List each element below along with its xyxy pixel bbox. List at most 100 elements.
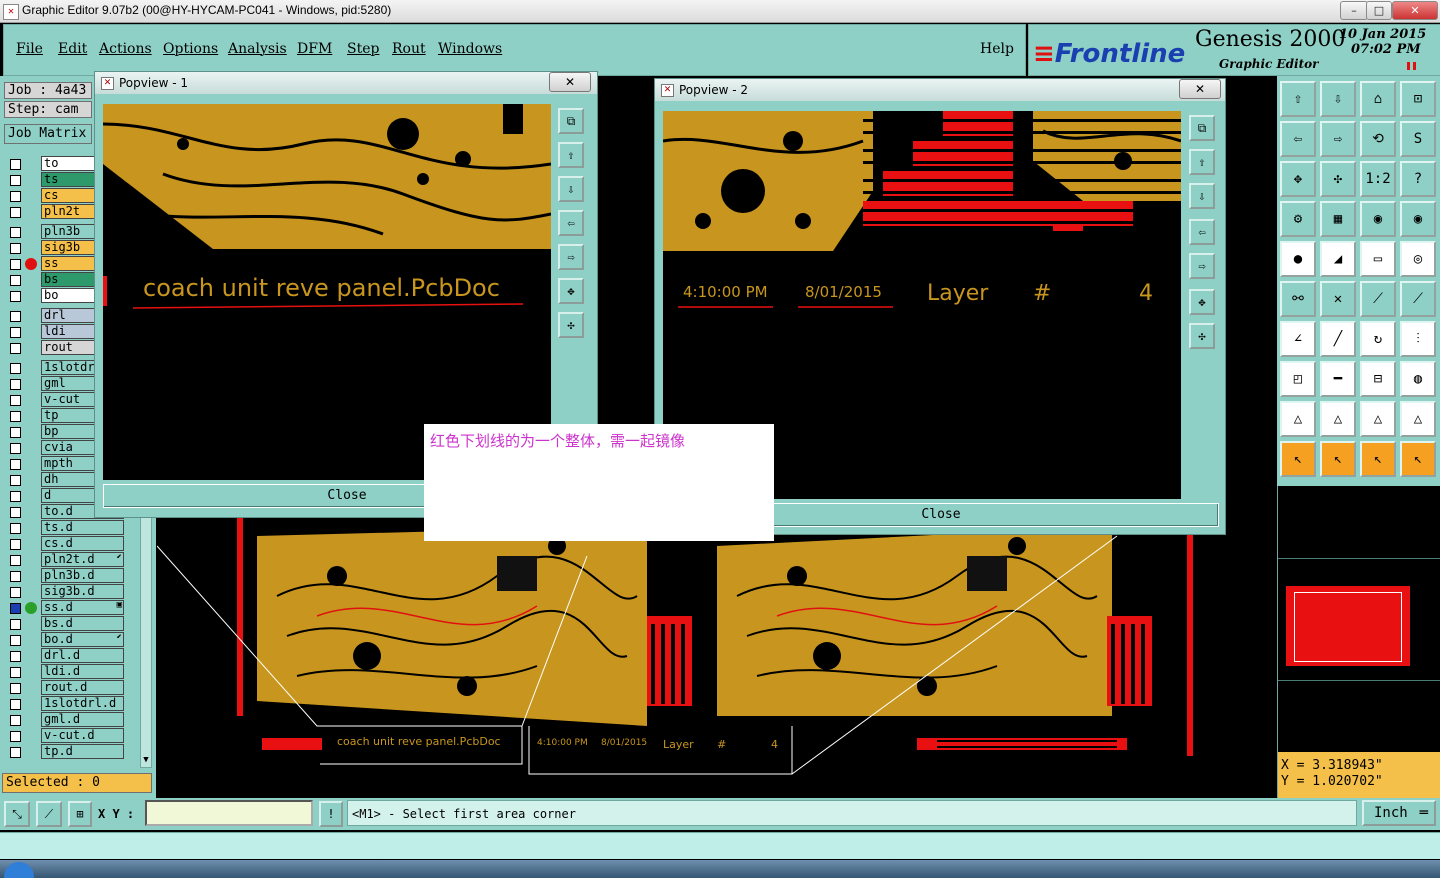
menu-options[interactable]: Options [163,41,218,57]
triangle-3-icon[interactable]: △ [1360,401,1396,437]
window-icon[interactable]: ⊡ [1400,81,1436,117]
layer-checkbox[interactable] [10,507,21,518]
layer-name[interactable]: pln3b.d [41,568,124,583]
triangle-2-icon[interactable]: △ [1320,401,1356,437]
layer-row[interactable]: v-cut.d [6,728,124,744]
layer-red-icon[interactable]: ◉ [1360,201,1396,237]
link-icon[interactable]: ⚯ [1280,281,1316,317]
layer-checkbox[interactable] [10,311,21,322]
angle-icon[interactable]: ∠ [1280,321,1316,357]
line-icon[interactable]: ⟋ [1360,281,1396,317]
layer-name[interactable]: gml.d [41,712,124,727]
pv2-pan-left-icon[interactable]: ⇦ [1189,219,1215,245]
xy-input[interactable] [145,800,313,826]
alert-icon[interactable]: ! [319,801,343,827]
layer-row[interactable]: bo.d ⬋ [6,632,124,648]
layer-checkbox[interactable] [10,523,21,534]
layer-name[interactable]: bo.d [41,632,124,647]
layer-checkbox[interactable] [10,667,21,678]
pointer-box-icon[interactable]: ↖ [1320,441,1356,477]
layer-checkbox[interactable] [10,459,21,470]
layer-checkbox[interactable] [10,683,21,694]
shapes-icon[interactable]: ◍ [1400,361,1436,397]
pv2-zoom-home-icon[interactable]: ⧉ [1189,115,1215,141]
pointer-path-icon[interactable]: ↖ [1400,441,1436,477]
layer-row[interactable]: tp.d [6,744,124,760]
box-icon[interactable]: ⊟ [1360,361,1396,397]
scale-icon[interactable]: 1:2 [1360,161,1396,197]
layer-name[interactable]: rout.d [41,680,124,695]
grid-toggle-icon[interactable]: ▦ [1320,201,1356,237]
menu-file[interactable]: File [16,41,43,57]
layer-checkbox[interactable] [10,635,21,646]
layer-checkbox[interactable] [10,175,21,186]
layer-name[interactable]: ss.d [41,600,124,615]
pv2-zoom-in-icon[interactable]: ✥ [1189,289,1215,315]
layer-checkbox[interactable] [10,491,21,502]
layer-checkbox[interactable] [10,191,21,202]
rotate-icon[interactable]: ⟲ [1360,121,1396,157]
line-red-icon[interactable]: ⟋ [1400,281,1436,317]
layer-row[interactable]: pln3b.d [6,568,124,584]
layer-checkbox[interactable] [10,343,21,354]
layer-checkbox[interactable] [10,619,21,630]
layer-checkbox[interactable] [10,243,21,254]
menu-analysis[interactable]: Analysis [228,41,287,57]
triangle-icon[interactable]: △ [1280,401,1316,437]
measure-icon[interactable]: ⟋ [36,801,62,827]
layer-row[interactable]: pln2t.d ⬋ [6,552,124,568]
menu-windows[interactable]: Windows [438,41,502,57]
layer-row[interactable]: gml.d [6,712,124,728]
layer-name[interactable]: 1slotdrl.d [41,696,124,711]
layer-checkbox[interactable] [10,571,21,582]
pan-right-icon[interactable]: ⇨ [1320,121,1356,157]
pv1-pan-down-icon[interactable]: ⇩ [558,176,584,202]
layer-checkbox[interactable] [10,395,21,406]
layer-row[interactable]: drl.d [6,648,124,664]
move-icon[interactable]: ◰ [1280,361,1316,397]
home-icon[interactable]: ⌂ [1360,81,1396,117]
config-icon[interactable]: ⚙ [1280,201,1316,237]
pv1-zoom-out-icon[interactable]: ✣ [558,312,584,338]
triangle-4-icon[interactable]: △ [1400,401,1436,437]
pointer-circle-icon[interactable]: ↖ [1360,441,1396,477]
diagonal-icon[interactable]: ╱ [1320,321,1356,357]
menu-actions[interactable]: Actions [99,41,152,57]
close-window-button[interactable]: ✕ [1392,1,1438,20]
layer-checkbox[interactable] [10,363,21,374]
layer-checkbox[interactable] [10,651,21,662]
zoom-window-icon[interactable]: ⤡ [4,801,30,827]
zoom-center-icon[interactable]: ✣ [1320,161,1356,197]
select-area-icon[interactable]: ◢ [1320,241,1356,277]
layer-checkbox[interactable] [10,539,21,550]
layer-name[interactable]: ldi.d [41,664,124,679]
layer-row[interactable]: rout.d [6,680,124,696]
layer-checkbox[interactable] [10,291,21,302]
layer-checkbox[interactable] [10,443,21,454]
horizontal-line-icon[interactable]: ━ [1320,361,1356,397]
pv2-pan-down-icon[interactable]: ⇩ [1189,183,1215,209]
layer-name[interactable]: drl.d [41,648,124,663]
layer-name[interactable]: v-cut.d [41,728,124,743]
layer-checkbox[interactable] [10,603,21,614]
job-matrix-button[interactable]: Job Matrix [4,124,92,144]
pv1-pan-right-icon[interactable]: ⇨ [558,244,584,270]
layer-checkbox[interactable] [10,475,21,486]
popview-1-close-x[interactable]: ✕ [549,72,591,92]
drill-icon[interactable]: ◎ [1400,241,1436,277]
layer-name[interactable]: ts.d [41,520,124,535]
layer-name[interactable]: cs.d [41,536,124,551]
pv2-pan-right-icon[interactable]: ⇨ [1189,253,1215,279]
layer-row[interactable]: cs.d [6,536,124,552]
cross-icon[interactable]: ✕ [1320,281,1356,317]
pv1-zoom-home-icon[interactable]: ⧉ [558,108,584,134]
pv1-pan-left-icon[interactable]: ⇦ [558,210,584,236]
grid-icon[interactable]: ⊞ [68,801,92,827]
minimize-button[interactable]: – [1340,1,1368,20]
layer-checkbox[interactable] [10,555,21,566]
help-icon[interactable]: ? [1400,161,1436,197]
layer-checkbox[interactable] [10,227,21,238]
layer-row[interactable]: bs.d [6,616,124,632]
layer-row[interactable]: ss.d ▣ [6,600,124,616]
pv2-pan-up-icon[interactable]: ⇧ [1189,149,1215,175]
